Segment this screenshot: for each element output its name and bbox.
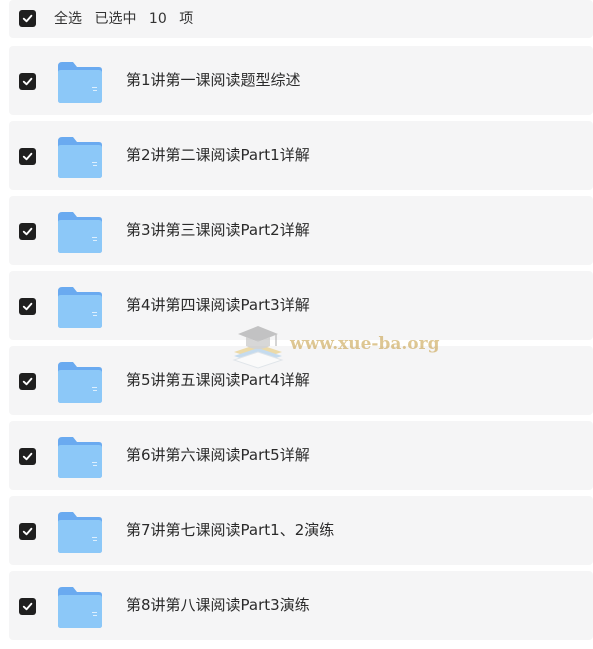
graduation-cap-books-icon [232, 326, 284, 369]
checkmark-icon [22, 302, 33, 311]
folder-icon [58, 287, 102, 328]
item-checkbox[interactable] [19, 448, 36, 465]
list-item[interactable]: 第6讲第六课阅读Part5详解 [9, 421, 593, 490]
checkmark-icon [22, 452, 33, 461]
folder-icon [58, 587, 102, 628]
folder-icon [58, 212, 102, 253]
list-item[interactable]: 第8讲第八课阅读Part3演练 [9, 571, 593, 640]
item-checkbox[interactable] [19, 298, 36, 315]
folder-icon [58, 512, 102, 553]
list-item[interactable]: 第1讲第一课阅读题型综述 [9, 46, 593, 115]
checkmark-icon [22, 77, 33, 86]
folder-icon [58, 137, 102, 178]
item-checkbox[interactable] [19, 373, 36, 390]
item-name[interactable]: 第7讲第七课阅读Part1、2演练 [126, 520, 334, 541]
item-checkbox[interactable] [19, 148, 36, 165]
checkmark-icon [22, 602, 33, 611]
item-checkbox[interactable] [19, 598, 36, 615]
list-item[interactable]: 第2讲第二课阅读Part1详解 [9, 121, 593, 190]
checkmark-icon [22, 527, 33, 536]
item-checkbox[interactable] [19, 73, 36, 90]
checkmark-icon [22, 377, 33, 386]
item-name[interactable]: 第4讲第四课阅读Part3详解 [126, 295, 310, 316]
item-name[interactable]: 第8讲第八课阅读Part3演练 [126, 595, 310, 616]
watermark-text: www.xue-ba.org [290, 334, 440, 354]
folder-icon [58, 62, 102, 103]
item-checkbox[interactable] [19, 523, 36, 540]
watermark: www.xue-ba.org [228, 318, 439, 374]
checkmark-icon [22, 227, 33, 236]
item-name[interactable]: 第6讲第六课阅读Part5详解 [126, 445, 310, 466]
list-item[interactable]: 第3讲第三课阅读Part2详解 [9, 196, 593, 265]
folder-icon [58, 437, 102, 478]
checkmark-icon [22, 152, 33, 161]
item-name[interactable]: 第3讲第三课阅读Part2详解 [126, 220, 310, 241]
folder-icon [58, 362, 102, 403]
item-name[interactable]: 第2讲第二课阅读Part1详解 [126, 145, 310, 166]
item-checkbox[interactable] [19, 223, 36, 240]
list-item[interactable]: 第7讲第七课阅读Part1、2演练 [9, 496, 593, 565]
item-name[interactable]: 第1讲第一课阅读题型综述 [126, 70, 301, 91]
